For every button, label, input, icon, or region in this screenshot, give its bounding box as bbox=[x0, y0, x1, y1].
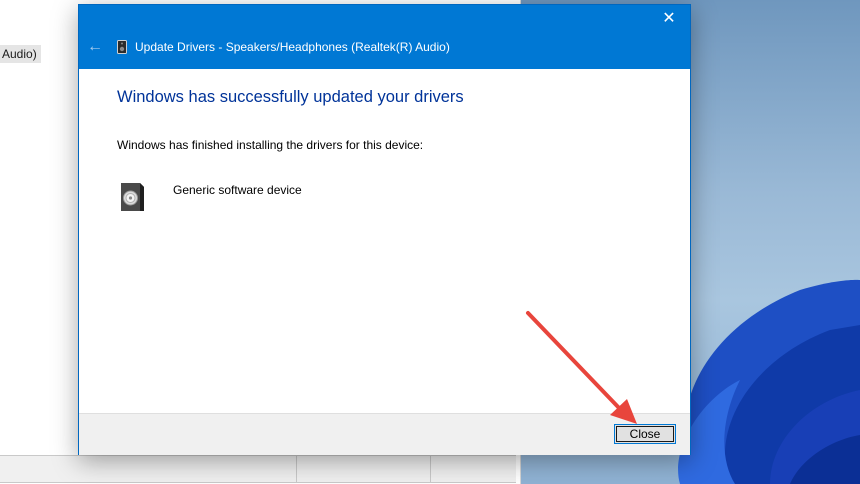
dialog-footer: Close bbox=[79, 413, 690, 455]
update-drivers-dialog: ✕ ← Update Drivers - Speakers/Headphones… bbox=[78, 4, 691, 455]
status-bar-divider bbox=[430, 456, 431, 482]
background-window-status-bar bbox=[0, 455, 516, 483]
speaker-icon bbox=[121, 183, 144, 211]
dialog-title: Update Drivers - Speakers/Headphones (Re… bbox=[135, 40, 450, 54]
background-window-text: Audio) bbox=[0, 45, 41, 63]
device-name: Generic software device bbox=[173, 183, 302, 197]
dialog-title-bar: ✕ ← Update Drivers - Speakers/Headphones… bbox=[79, 5, 690, 69]
install-status-text: Windows has finished installing the driv… bbox=[117, 138, 424, 152]
close-button[interactable]: Close bbox=[614, 424, 676, 444]
success-heading: Windows has successfully updated your dr… bbox=[117, 88, 464, 106]
speaker-device-icon bbox=[117, 40, 127, 54]
status-bar-divider bbox=[296, 456, 297, 482]
back-arrow-icon[interactable]: ← bbox=[85, 37, 105, 57]
close-icon[interactable]: ✕ bbox=[654, 7, 684, 31]
